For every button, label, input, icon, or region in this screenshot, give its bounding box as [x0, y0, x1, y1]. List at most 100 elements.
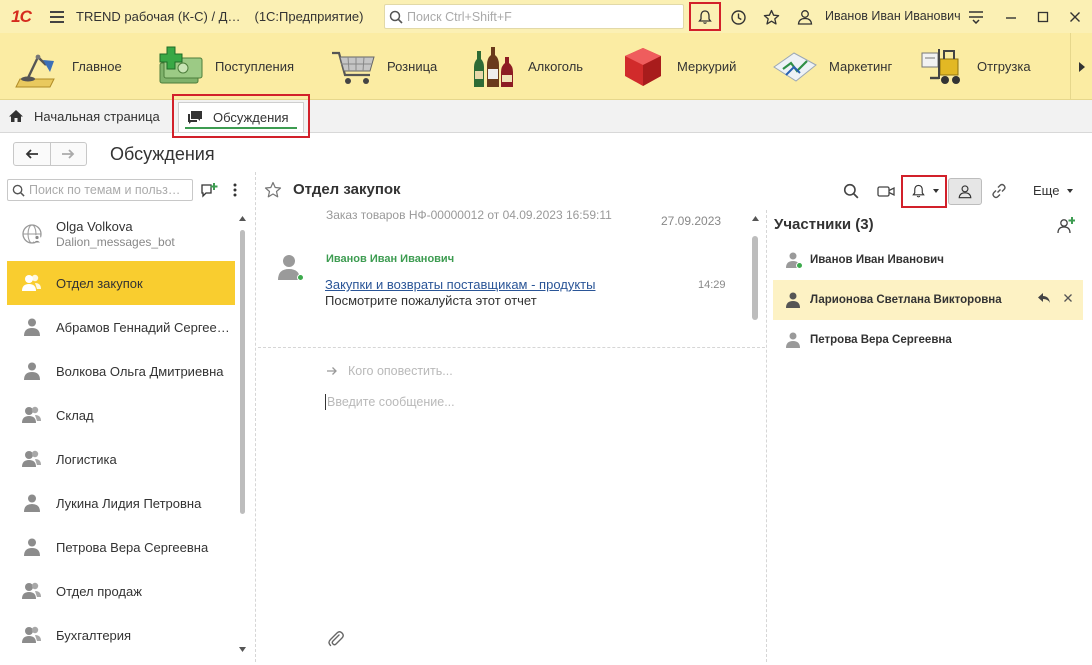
video-call-button[interactable]	[875, 178, 897, 204]
online-status-dot	[297, 274, 304, 281]
search-messages-button[interactable]	[841, 178, 861, 204]
notify-placeholder: Кого оповестить...	[348, 364, 453, 378]
user-icon	[786, 332, 800, 348]
users-icon	[958, 185, 972, 199]
section-shipping[interactable]: Отгрузка	[917, 33, 1031, 100]
panel-divider	[766, 210, 767, 662]
conversation-name: Волкова Ольга Дмитриевна	[56, 363, 224, 379]
section-mercury[interactable]: Меркурий	[617, 33, 736, 100]
message-author[interactable]: Иванов Иван Иванович	[326, 253, 454, 265]
settings-icon	[969, 11, 983, 24]
notify-recipients-field[interactable]: Кого оповестить...	[326, 364, 453, 378]
avatar	[785, 251, 803, 269]
panel-divider	[255, 172, 256, 662]
history-button[interactable]	[725, 5, 751, 29]
settings-button[interactable]	[963, 5, 989, 29]
bell-icon	[912, 184, 925, 198]
participant-item[interactable]: Петрова Вера Сергеевна	[773, 320, 1083, 360]
add-participant-icon[interactable]	[1057, 216, 1075, 234]
participant-item[interactable]: Ларионова Светлана Викторовна	[773, 280, 1083, 320]
bell-icon	[698, 9, 712, 24]
minimize-button[interactable]	[998, 5, 1024, 29]
list-item[interactable]: Бухгалтерия	[7, 613, 235, 657]
conversation-name: Петрова Вера Сергеевна	[56, 539, 209, 555]
message-input[interactable]: Введите сообщение...	[327, 395, 455, 409]
section-marketing[interactable]: Маркетинг	[769, 33, 892, 100]
user-icon	[19, 534, 45, 560]
favorite-discussion-star-icon[interactable]	[264, 181, 282, 199]
section-label: Маркетинг	[829, 59, 893, 74]
history-icon	[730, 9, 746, 25]
group-icon	[19, 578, 45, 604]
avatar[interactable]	[275, 252, 305, 282]
close-window-button[interactable]	[1062, 5, 1088, 29]
maximize-icon	[1037, 11, 1049, 23]
app-logo[interactable]: 1С	[0, 0, 42, 33]
favorites-button[interactable]	[758, 5, 784, 29]
attach-file-icon[interactable]	[327, 630, 345, 648]
section-label: Поступления	[215, 59, 295, 74]
list-item[interactable]: Волкова Ольга Дмитриевна	[7, 349, 235, 393]
home-icon	[9, 110, 23, 122]
list-item[interactable]: Отдел закупок	[7, 261, 235, 305]
online-status-dot	[796, 262, 803, 269]
list-item[interactable]: Отдел продаж	[7, 569, 235, 613]
users-button[interactable]	[792, 5, 818, 29]
previous-message-text: Заказ товаров НФ-00000012 от 04.09.2023 …	[326, 210, 612, 222]
conversation-name: Логистика	[56, 451, 117, 467]
section-receipts[interactable]: Поступления	[155, 33, 294, 100]
participant-item[interactable]: Иванов Иван Иванович	[773, 240, 1083, 280]
conversation-search-input[interactable]: Поиск по темам и польз…	[7, 179, 193, 201]
conversation-list: Olga Volkova Dalion_messages_bot Отдел з…	[7, 207, 235, 657]
list-item[interactable]: Петрова Вера Сергеевна	[7, 525, 235, 569]
copy-link-button[interactable]	[989, 178, 1009, 204]
message-time: 14:29	[698, 279, 726, 291]
list-item[interactable]: Лукина Лидия Петровна	[7, 481, 235, 525]
conversation-name: Отдел продаж	[56, 583, 142, 599]
reply-icon[interactable]	[1037, 292, 1051, 304]
discussion-notifications-button[interactable]	[907, 178, 943, 204]
forward-button[interactable]	[51, 143, 87, 165]
section-label: Меркурий	[677, 59, 737, 74]
list-item[interactable]: Логистика	[7, 437, 235, 481]
tab-discussions[interactable]: Обсуждения	[178, 102, 304, 132]
scrollbar-thumb[interactable]	[240, 230, 245, 514]
desk-lamp-icon	[12, 44, 64, 90]
section-alcohol[interactable]: Алкоголь	[468, 33, 583, 100]
more-options-button[interactable]	[228, 180, 242, 200]
scrollbar-thumb[interactable]	[752, 236, 758, 320]
maximize-button[interactable]	[1030, 5, 1056, 29]
back-button[interactable]	[14, 143, 51, 165]
scroll-up-icon	[752, 216, 759, 221]
menu-icon[interactable]	[42, 0, 72, 33]
app-title: TREND рабочая (К-С) / Д…	[76, 9, 241, 24]
notifications-bell-button[interactable]	[689, 2, 721, 31]
section-main[interactable]: Главное	[12, 33, 122, 100]
message-text: Посмотрите пожалуйста этот отчет	[325, 293, 537, 308]
global-search-input[interactable]: Поиск Ctrl+Shift+F	[384, 4, 684, 29]
page-title: Обсуждения	[110, 144, 215, 164]
shopping-cart-icon	[327, 44, 379, 90]
sections-scroll-right[interactable]	[1070, 33, 1092, 100]
messages-scrollbar[interactable]	[751, 216, 759, 344]
conversation-name: Отдел закупок	[56, 275, 143, 291]
more-menu-button[interactable]: Еще	[1033, 183, 1074, 198]
current-user-name[interactable]: Иванов Иван Иванович	[825, 9, 961, 23]
list-item[interactable]: Абрамов Геннадий Сергеевич	[7, 305, 235, 349]
discussions-icon	[188, 111, 202, 124]
tab-home[interactable]: Начальная страница	[8, 106, 160, 126]
chevron-right-icon	[1078, 61, 1085, 72]
message-link[interactable]: Закупки и возвраты поставщикам - продукт…	[325, 277, 595, 292]
text-caret	[325, 394, 326, 410]
conversation-name: Бухгалтерия	[56, 627, 132, 643]
close-icon[interactable]	[1063, 293, 1073, 303]
open-windows-bar: Начальная страница	[0, 100, 1092, 133]
new-discussion-button[interactable]	[199, 180, 219, 200]
group-icon	[19, 402, 45, 428]
conversation-list-scrollbar[interactable]	[238, 216, 246, 652]
section-retail[interactable]: Розница	[327, 33, 437, 100]
participants-toggle-button[interactable]	[948, 178, 982, 205]
video-camera-icon	[877, 185, 895, 197]
list-item[interactable]: Olga Volkova Dalion_messages_bot	[7, 207, 235, 261]
list-item[interactable]: Склад	[7, 393, 235, 437]
